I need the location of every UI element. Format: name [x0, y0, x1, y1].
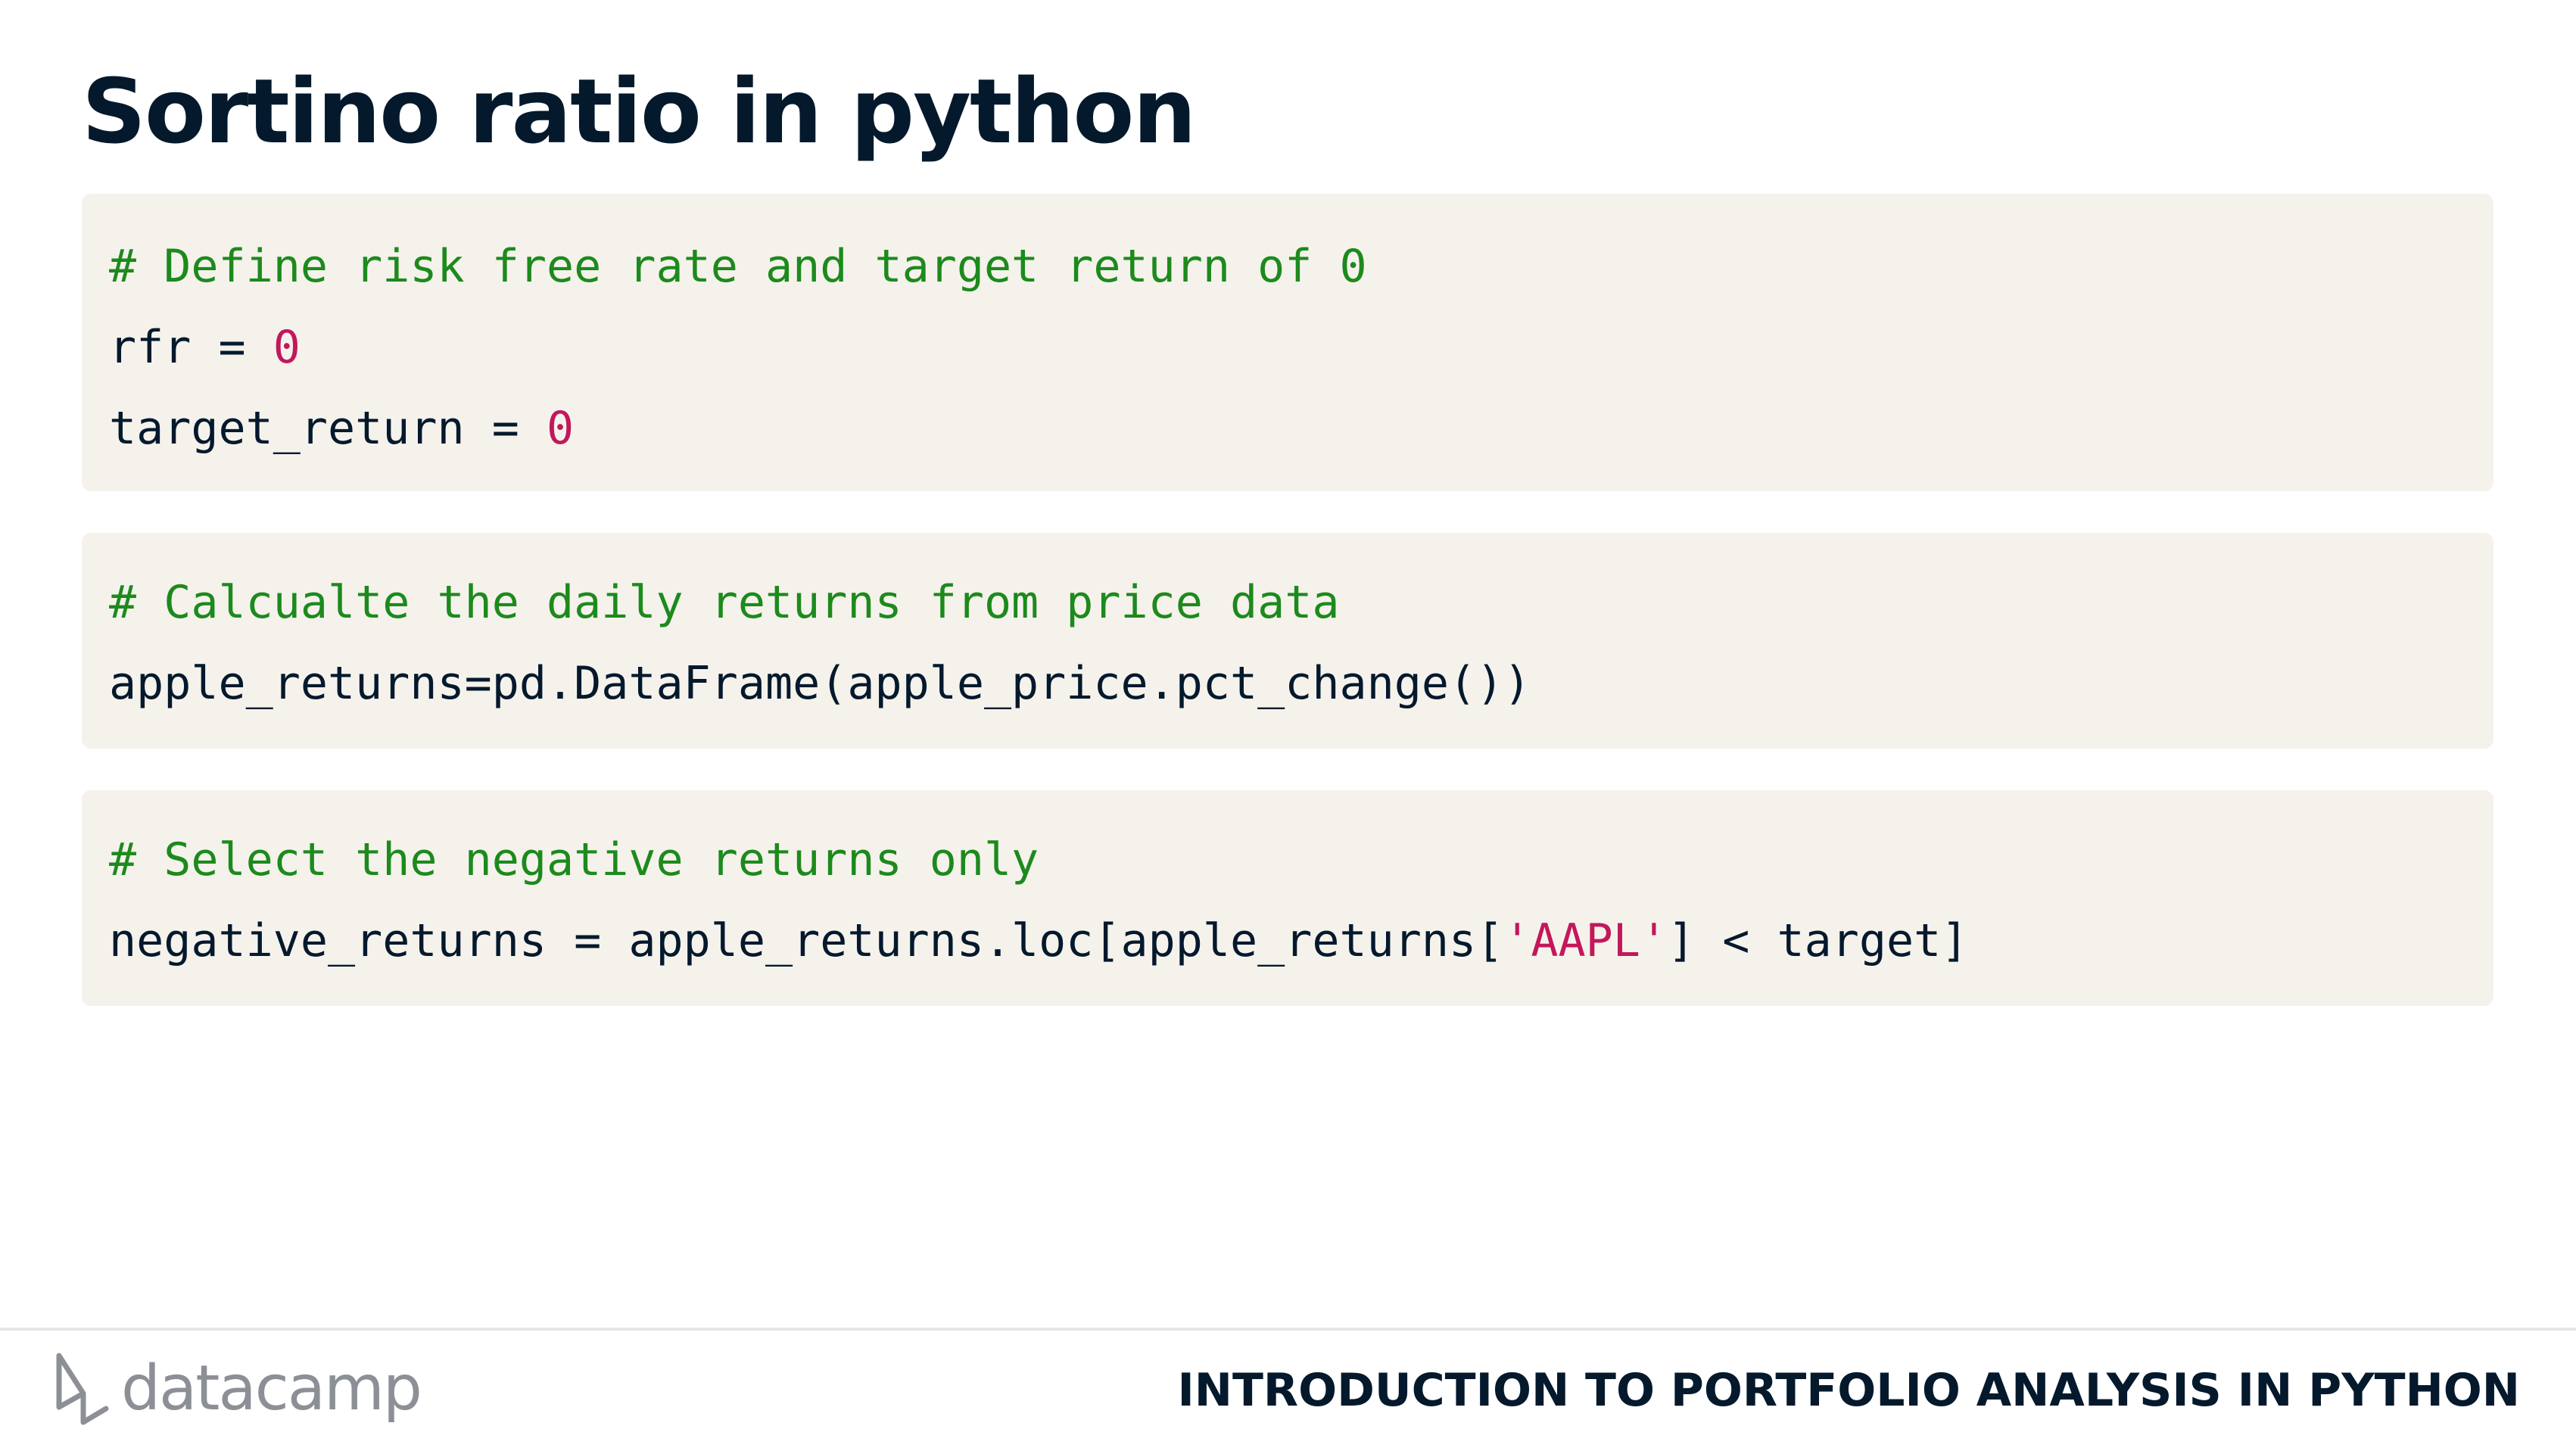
course-title: INTRODUCTION TO PORTFOLIO ANALYSIS IN PY…: [1177, 1364, 2520, 1417]
code-comment: # Define risk free rate and target retur…: [109, 240, 1367, 293]
code-text: target_return =: [109, 402, 547, 455]
datacamp-logo-icon: [56, 1353, 109, 1425]
footer-divider: [0, 1328, 2576, 1331]
code-line: rfr = 0: [109, 307, 2466, 388]
brand-name: datacamp: [121, 1353, 422, 1425]
code-comment: # Select the negative returns only: [109, 833, 1039, 886]
code-number: 0: [273, 321, 301, 374]
code-text: apple_returns=pd.DataFrame(apple_price.p…: [109, 657, 1531, 710]
code-number: 0: [546, 402, 575, 455]
code-line: # Define risk free rate and target retur…: [109, 226, 2466, 307]
code-text: rfr =: [109, 321, 273, 374]
code-block-daily-returns: # Calcualte the daily returns from price…: [82, 533, 2493, 749]
code-line: # Select the negative returns only: [109, 820, 2466, 901]
code-string: 'AAPL': [1503, 914, 1668, 967]
code-line: target_return = 0: [109, 388, 2466, 469]
code-block-negative-returns: # Select the negative returns only negat…: [82, 790, 2493, 1006]
code-line: negative_returns = apple_returns.loc[app…: [109, 901, 2466, 982]
code-block-risk-free: # Define risk free rate and target retur…: [82, 194, 2493, 491]
code-text: ] < target]: [1668, 914, 1969, 967]
slide-title: Sortino ratio in python: [82, 59, 1196, 163]
code-line: apple_returns=pd.DataFrame(apple_price.p…: [109, 643, 2466, 724]
code-text: negative_returns = apple_returns.loc[app…: [109, 914, 1504, 967]
code-comment: # Calcualte the daily returns from price…: [109, 576, 1340, 629]
brand-logo: datacamp: [53, 1347, 422, 1431]
code-line: # Calcualte the daily returns from price…: [109, 562, 2466, 643]
